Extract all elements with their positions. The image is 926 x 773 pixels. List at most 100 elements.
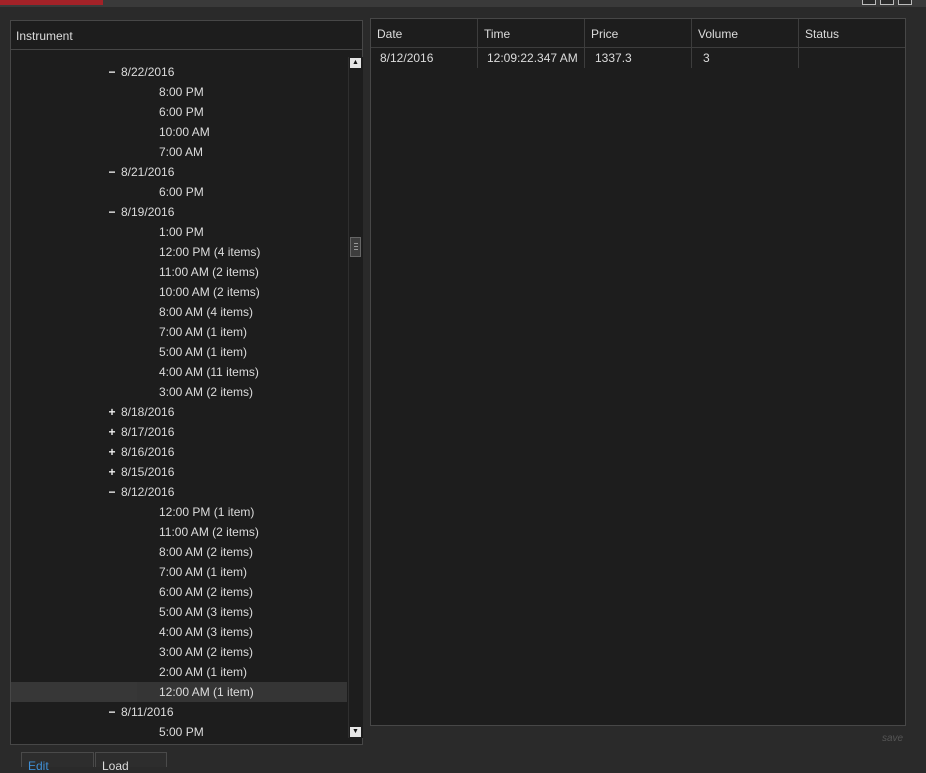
tree-date-node[interactable]: +8/15/2016 [11,462,347,482]
instrument-header-label: Instrument [16,29,73,43]
tree-time-label: 8:00 AM (4 items) [159,305,254,319]
tree-time-node[interactable]: 7:00 AM [11,142,347,162]
save-link[interactable]: save [882,733,903,744]
instrument-tree[interactable]: −8/22/2016 8:00 PM 6:00 PM 10:00 AM 7:00 AM −… [11,50,347,743]
cell-time: 12:09:22.347 AM [478,48,585,68]
window-title-bar [0,0,926,7]
cell-price: 1337.3 [585,48,692,68]
tree-date-label: 8/22/2016 [121,65,175,79]
tree-date-label: 8/16/2016 [121,445,175,459]
tree-date-label: 8/11/2016 [121,705,174,719]
tree-time-label: 3:00 AM (2 items) [159,645,254,659]
tree-time-label: 2:00 AM (1 item) [159,665,248,679]
tree-time-node[interactable]: 4:00 AM (11 items) [11,362,347,382]
instrument-tree-panel: Instrument −8/22/2016 8:00 PM 6:00 PM 10:00… [10,20,363,745]
instrument-header: Instrument [11,21,362,50]
tree-date-label: 8/12/2016 [121,485,175,499]
tree-date-node[interactable]: −8/21/2016 [11,162,347,182]
collapse-icon[interactable]: − [106,485,118,499]
column-header-status[interactable]: Status [799,19,905,47]
tree-time-label: 5:00 AM (3 items) [159,605,254,619]
tab-edit[interactable]: Edit [21,752,94,773]
tree-date-label: 8/18/2016 [121,405,175,419]
tree-time-label: 5:00 PM [159,725,204,739]
tree-time-label: 3:00 AM (2 items) [159,385,254,399]
tree-time-node[interactable]: 2:00 AM (1 item) [11,662,347,682]
tree-time-node[interactable]: 6:00 PM [11,182,347,202]
tree-time-node[interactable]: 3:00 AM (2 items) [11,382,347,402]
tree-time-node[interactable]: 8:00 PM [11,82,347,102]
tree-date-node[interactable]: −8/19/2016 [11,202,347,222]
collapse-icon[interactable]: − [106,205,118,219]
column-header-price[interactable]: Price [585,19,692,47]
column-header-time[interactable]: Time [478,19,585,47]
tree-scrollbar[interactable]: ▲ ▼ [348,57,363,738]
tree-time-label: 11:00 AM (2 items) [159,265,259,279]
tree-time-node[interactable]: 7:00 AM (1 item) [11,562,347,582]
collapse-icon[interactable]: − [106,705,118,719]
tree-date-node[interactable]: −8/11/2016 [11,702,347,722]
tree-time-label: 5:00 AM (1 item) [159,345,248,359]
expand-icon[interactable]: + [106,405,118,419]
tree-time-label: 10:00 AM (2 items) [159,285,260,299]
tree-time-node[interactable]: 11:00 AM (2 items) [11,262,347,282]
tree-time-node[interactable]: 5:00 AM (1 item) [11,342,347,362]
minimize-icon[interactable] [862,0,876,5]
tree-time-node[interactable]: 12:00 PM (1 item) [11,502,347,522]
tree-time-node[interactable]: 8:00 AM (4 items) [11,302,347,322]
tree-date-node[interactable]: +8/16/2016 [11,442,347,462]
tree-time-label: 1:00 PM [159,225,204,239]
tree-time-node[interactable]: 8:00 AM (2 items) [11,542,347,562]
ticks-grid-panel: Date Time Price Volume Status 8/12/2016 … [370,18,906,726]
tree-date-label: 8/15/2016 [121,465,175,479]
tree-time-label: 6:00 PM [159,105,204,119]
tree-time-node[interactable]: 10:00 AM (2 items) [11,282,347,302]
tree-time-node[interactable]: 7:00 AM (1 item) [11,322,347,342]
scroll-thumb[interactable] [350,237,361,257]
tree-date-node[interactable]: −8/22/2016 [11,62,347,82]
expand-icon[interactable]: + [106,425,118,439]
tree-time-node[interactable]: 4:00 AM (3 items) [11,622,347,642]
tree-time-label: 12:00 AM (1 item) [159,685,254,699]
tree-time-node[interactable]: 6:00 AM (2 items) [11,582,347,602]
grid-header: Date Time Price Volume Status [371,19,905,48]
maximize-icon[interactable] [880,0,894,5]
tree-time-label: 6:00 PM [159,185,204,199]
tree-time-label: 8:00 AM (2 items) [159,545,254,559]
column-header-date[interactable]: Date [371,19,478,47]
tree-date-node[interactable]: −8/12/2016 [11,482,347,502]
tree-time-label: 7:00 AM (1 item) [159,565,248,579]
tree-time-label: 7:00 AM [159,145,204,159]
tree-time-label: 4:00 AM (11 items) [159,365,259,379]
tree-time-node[interactable]: 4:00 PM [11,742,347,743]
tree-time-node[interactable]: 6:00 PM [11,102,347,122]
expand-icon[interactable]: + [106,465,118,479]
close-icon[interactable] [898,0,912,5]
tree-time-node[interactable]: 10:00 AM [11,122,347,142]
tree-time-node[interactable]: 5:00 AM (3 items) [11,602,347,622]
tree-date-label: 8/19/2016 [121,205,175,219]
tree-time-label: 12:00 PM (1 item) [159,505,255,519]
tree-time-node[interactable]: 5:00 PM [11,722,347,742]
expand-icon[interactable]: + [106,445,118,459]
tree-time-node[interactable]: 12:00 AM (1 item) [11,682,347,702]
tree-time-label: 8:00 PM [159,85,204,99]
tab-load[interactable]: Load [95,752,167,773]
tree-time-node[interactable]: 1:00 PM [11,222,347,242]
table-row[interactable]: 8/12/2016 12:09:22.347 AM 1337.3 3 [371,48,905,68]
tree-time-node[interactable]: 3:00 AM (2 items) [11,642,347,662]
collapse-icon[interactable]: − [106,165,118,179]
tree-time-node[interactable]: 11:00 AM (2 items) [11,522,347,542]
tree-time-node[interactable]: 12:00 PM (4 items) [11,242,347,262]
column-header-volume[interactable]: Volume [692,19,799,47]
tree-time-label: 4:00 AM (3 items) [159,625,254,639]
tree-time-label: 6:00 AM (2 items) [159,585,254,599]
collapse-icon[interactable]: − [106,65,118,79]
scroll-down-icon[interactable]: ▼ [350,727,361,737]
scroll-up-icon[interactable]: ▲ [350,58,361,68]
tree-time-label: 10:00 AM [159,125,210,139]
cell-date: 8/12/2016 [371,48,478,68]
tree-date-label: 8/21/2016 [121,165,175,179]
tree-date-node[interactable]: +8/18/2016 [11,402,347,422]
tree-date-node[interactable]: +8/17/2016 [11,422,347,442]
